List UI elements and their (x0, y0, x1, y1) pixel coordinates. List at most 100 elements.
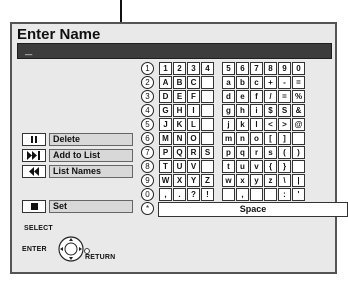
key-8-4[interactable] (201, 160, 214, 173)
key-2-4[interactable] (201, 76, 214, 89)
key-1-8[interactable]: 8 (264, 62, 277, 75)
key-3-4[interactable] (201, 90, 214, 103)
key-3-10[interactable]: % (292, 90, 305, 103)
key-0-3[interactable]: ? (187, 188, 200, 201)
key-9-8[interactable]: z (264, 174, 277, 187)
key-2-2[interactable]: B (173, 76, 186, 89)
key-5-2[interactable]: K (173, 118, 186, 131)
key-4-9[interactable]: S (278, 104, 291, 117)
key-1-5[interactable]: 5 (222, 62, 235, 75)
key-5-9[interactable]: > (278, 118, 291, 131)
key-9-4[interactable]: Z (201, 174, 214, 187)
key-1-9[interactable]: 9 (278, 62, 291, 75)
key-4-2[interactable]: H (173, 104, 186, 117)
key-3-8[interactable]: / (264, 90, 277, 103)
key-6-1[interactable]: M (159, 132, 172, 145)
key-1-1[interactable]: 1 (159, 62, 172, 75)
key-1-7[interactable]: 7 (250, 62, 263, 75)
key-7-2[interactable]: Q (173, 146, 186, 159)
key-5-3[interactable]: L (187, 118, 200, 131)
key-2-9[interactable]: - (278, 76, 291, 89)
key-8-3[interactable]: V (187, 160, 200, 173)
key-2-7[interactable]: c (250, 76, 263, 89)
key-1-3[interactable]: 3 (187, 62, 200, 75)
key-9-1[interactable]: W (159, 174, 172, 187)
key-6-4[interactable] (201, 132, 214, 145)
key-1-6[interactable]: 6 (236, 62, 249, 75)
key-9-3[interactable]: Y (187, 174, 200, 187)
name-input[interactable]: _ (17, 43, 332, 59)
key-5-6[interactable]: k (236, 118, 249, 131)
key-3-2[interactable]: E (173, 90, 186, 103)
key-4-3[interactable]: I (187, 104, 200, 117)
key-2-8[interactable]: + (264, 76, 277, 89)
key-8-9[interactable]: } (278, 160, 291, 173)
key-6-9[interactable]: ] (278, 132, 291, 145)
key-3-1[interactable]: D (159, 90, 172, 103)
key-8-8[interactable]: { (264, 160, 277, 173)
key-0-4[interactable]: ! (201, 188, 214, 201)
key-2-3[interactable]: C (187, 76, 200, 89)
key-8-1[interactable]: T (159, 160, 172, 173)
key-3-6[interactable]: e (236, 90, 249, 103)
key-0-6[interactable]: , (236, 188, 249, 201)
key-7-1[interactable]: P (159, 146, 172, 159)
key-4-5[interactable]: g (222, 104, 235, 117)
key-7-3[interactable]: R (187, 146, 200, 159)
key-1-2[interactable]: 2 (173, 62, 186, 75)
key-2-1[interactable]: A (159, 76, 172, 89)
key-2-10[interactable]: = (292, 76, 305, 89)
key-7-10[interactable]: ) (292, 146, 305, 159)
key-6-10[interactable] (292, 132, 305, 145)
key-4-8[interactable]: $ (264, 104, 277, 117)
key-7-5[interactable]: p (222, 146, 235, 159)
key-1-4[interactable]: 4 (201, 62, 214, 75)
key-3-3[interactable]: F (187, 90, 200, 103)
key-6-8[interactable]: [ (264, 132, 277, 145)
key-4-6[interactable]: h (236, 104, 249, 117)
key-8-5[interactable]: t (222, 160, 235, 173)
key-4-7[interactable]: i (250, 104, 263, 117)
space-key[interactable]: Space (158, 202, 348, 217)
key-0-7[interactable] (250, 188, 263, 201)
key-5-4[interactable] (201, 118, 214, 131)
key-0-5[interactable] (222, 188, 235, 201)
key-9-6[interactable]: x (236, 174, 249, 187)
key-7-9[interactable]: ( (278, 146, 291, 159)
key-3-5[interactable]: d (222, 90, 235, 103)
key-8-2[interactable]: U (173, 160, 186, 173)
key-3-9[interactable]: = (278, 90, 291, 103)
key-7-8[interactable]: s (264, 146, 277, 159)
key-4-4[interactable] (201, 104, 214, 117)
key-5-8[interactable]: < (264, 118, 277, 131)
key-8-6[interactable]: u (236, 160, 249, 173)
key-6-3[interactable]: O (187, 132, 200, 145)
key-6-6[interactable]: n (236, 132, 249, 145)
key-9-7[interactable]: y (250, 174, 263, 187)
key-9-10[interactable]: | (292, 174, 305, 187)
key-0-9[interactable]: : (278, 188, 291, 201)
key-5-1[interactable]: J (159, 118, 172, 131)
key-7-6[interactable]: q (236, 146, 249, 159)
key-2-6[interactable]: b (236, 76, 249, 89)
key-0-1[interactable]: , (159, 188, 172, 201)
key-9-9[interactable]: \ (278, 174, 291, 187)
key-7-7[interactable]: r (250, 146, 263, 159)
key-6-7[interactable]: o (250, 132, 263, 145)
key-6-2[interactable]: N (173, 132, 186, 145)
key-9-2[interactable]: X (173, 174, 186, 187)
key-6-5[interactable]: m (222, 132, 235, 145)
key-5-5[interactable]: j (222, 118, 235, 131)
key-7-4[interactable]: S (201, 146, 214, 159)
key-5-10[interactable]: @ (292, 118, 305, 131)
key-5-7[interactable]: l (250, 118, 263, 131)
key-4-1[interactable]: G (159, 104, 172, 117)
key-0-2[interactable]: . (173, 188, 186, 201)
key-9-5[interactable]: w (222, 174, 235, 187)
key-2-5[interactable]: a (222, 76, 235, 89)
key-4-10[interactable]: & (292, 104, 305, 117)
key-8-7[interactable]: v (250, 160, 263, 173)
key-1-10[interactable]: 0 (292, 62, 305, 75)
key-0-10[interactable]: ' (292, 188, 305, 201)
key-8-10[interactable] (292, 160, 305, 173)
